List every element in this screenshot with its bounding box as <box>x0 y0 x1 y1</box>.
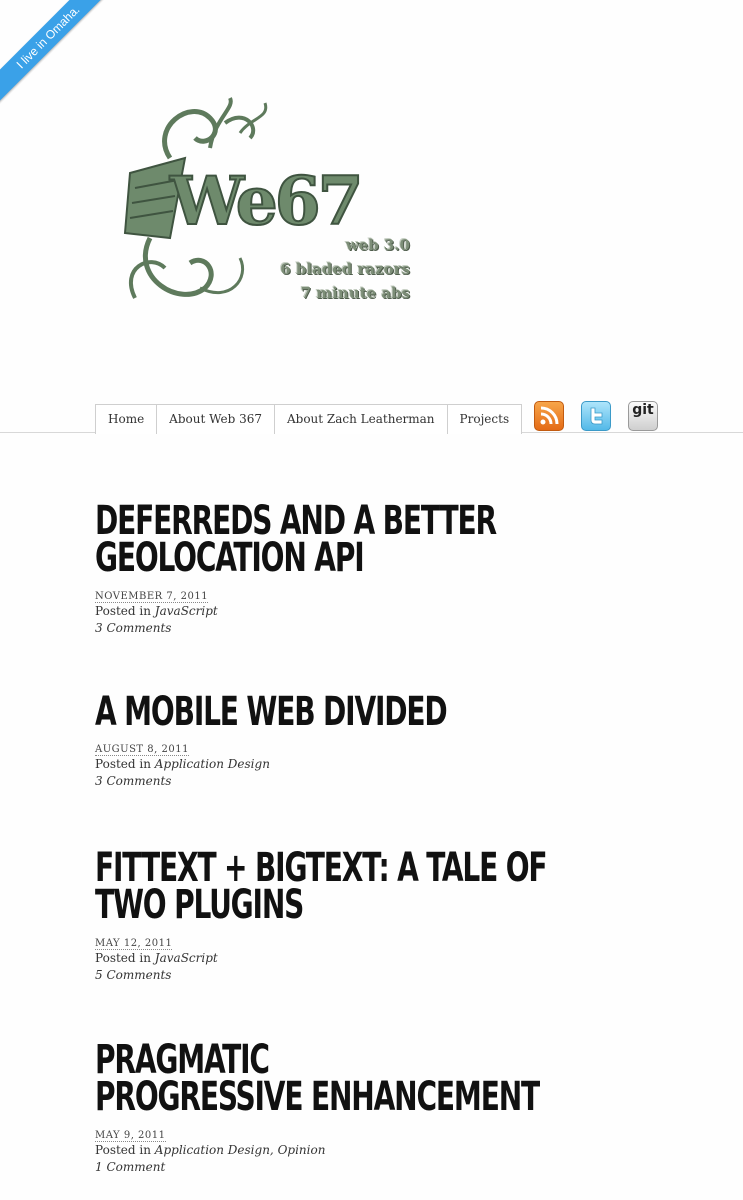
post-title-line[interactable]: A MOBILE WEB DIVIDED <box>95 689 448 735</box>
nav-item-projects[interactable]: Projects <box>448 405 522 434</box>
post-category-line: Posted in Application Design, Opinion <box>95 1142 655 1159</box>
site-logo[interactable]: We67 web 3.0 6 bladed razors 7 minute ab… <box>110 88 410 313</box>
twitter-icon[interactable] <box>581 401 611 431</box>
post-title[interactable]: DEFERREDS AND A BETTER GEOLOCATION API <box>95 501 657 578</box>
post-category-line: Posted in Application Design <box>95 756 655 773</box>
logo-wordmark: We67 <box>169 162 365 240</box>
nav-item-about-zach[interactable]: About Zach Leatherman <box>275 405 448 434</box>
post-date: May 9, 2011 <box>95 1130 166 1142</box>
post-date: November 7, 2011 <box>95 591 209 603</box>
corner-ribbon[interactable]: I live in Omaha. <box>0 0 120 120</box>
nav-item-about-web-367[interactable]: About Web 367 <box>157 405 275 434</box>
posted-in-label: Posted in <box>95 951 151 965</box>
ribbon-label[interactable]: I live in Omaha. <box>0 0 120 116</box>
post-pragmatic-progressive-enhancement: PRAGMATIC PROGRESSIVE ENHANCEMENT May 9,… <box>95 1040 657 1176</box>
post-title-line[interactable]: GEOLOCATION API <box>95 535 365 581</box>
comments-link[interactable]: 5 Comments <box>95 968 171 982</box>
main-nav: Home About Web 367 About Zach Leatherman… <box>95 404 523 434</box>
github-icon[interactable]: git <box>628 401 658 431</box>
posted-in-label: Posted in <box>95 757 151 771</box>
logo-tagline-2: 6 bladed razors <box>280 260 410 278</box>
category-link[interactable]: Application Design <box>155 757 270 771</box>
category-link[interactable]: Application Design, Opinion <box>155 1143 326 1157</box>
comments-link[interactable]: 3 Comments <box>95 774 171 788</box>
post-title-line[interactable]: TWO PLUGINS <box>95 882 304 928</box>
comments-link[interactable]: 3 Comments <box>95 621 171 635</box>
post-category-line: Posted in JavaScript <box>95 950 655 967</box>
comments-link[interactable]: 1 Comment <box>95 1160 165 1174</box>
posted-in-label: Posted in <box>95 1143 151 1157</box>
nav-item-home[interactable]: Home <box>96 405 158 434</box>
rss-icon[interactable] <box>534 401 564 431</box>
post-category-line: Posted in JavaScript <box>95 603 655 620</box>
git-label: git <box>632 402 654 418</box>
post-title[interactable]: PRAGMATIC PROGRESSIVE ENHANCEMENT <box>95 1040 657 1117</box>
posted-in-label: Posted in <box>95 604 151 618</box>
post-fittext-bigtext: FITTEXT + BIGTEXT: A TALE OF TWO PLUGINS… <box>95 848 657 984</box>
category-link[interactable]: JavaScript <box>155 604 218 618</box>
post-date: August 8, 2011 <box>95 744 189 756</box>
logo-tagline-1: web 3.0 <box>345 236 410 254</box>
post-date: May 12, 2011 <box>95 938 173 950</box>
post-title[interactable]: A MOBILE WEB DIVIDED <box>95 692 657 732</box>
logo-tagline-3: 7 minute abs <box>300 284 410 302</box>
post-mobile-web-divided: A MOBILE WEB DIVIDED August 8, 2011 Post… <box>95 692 657 790</box>
post-deferreds: DEFERREDS AND A BETTER GEOLOCATION API N… <box>95 501 657 637</box>
post-title-line[interactable]: PROGRESSIVE ENHANCEMENT <box>95 1074 540 1120</box>
post-title[interactable]: FITTEXT + BIGTEXT: A TALE OF TWO PLUGINS <box>95 848 657 925</box>
category-link[interactable]: JavaScript <box>155 951 218 965</box>
